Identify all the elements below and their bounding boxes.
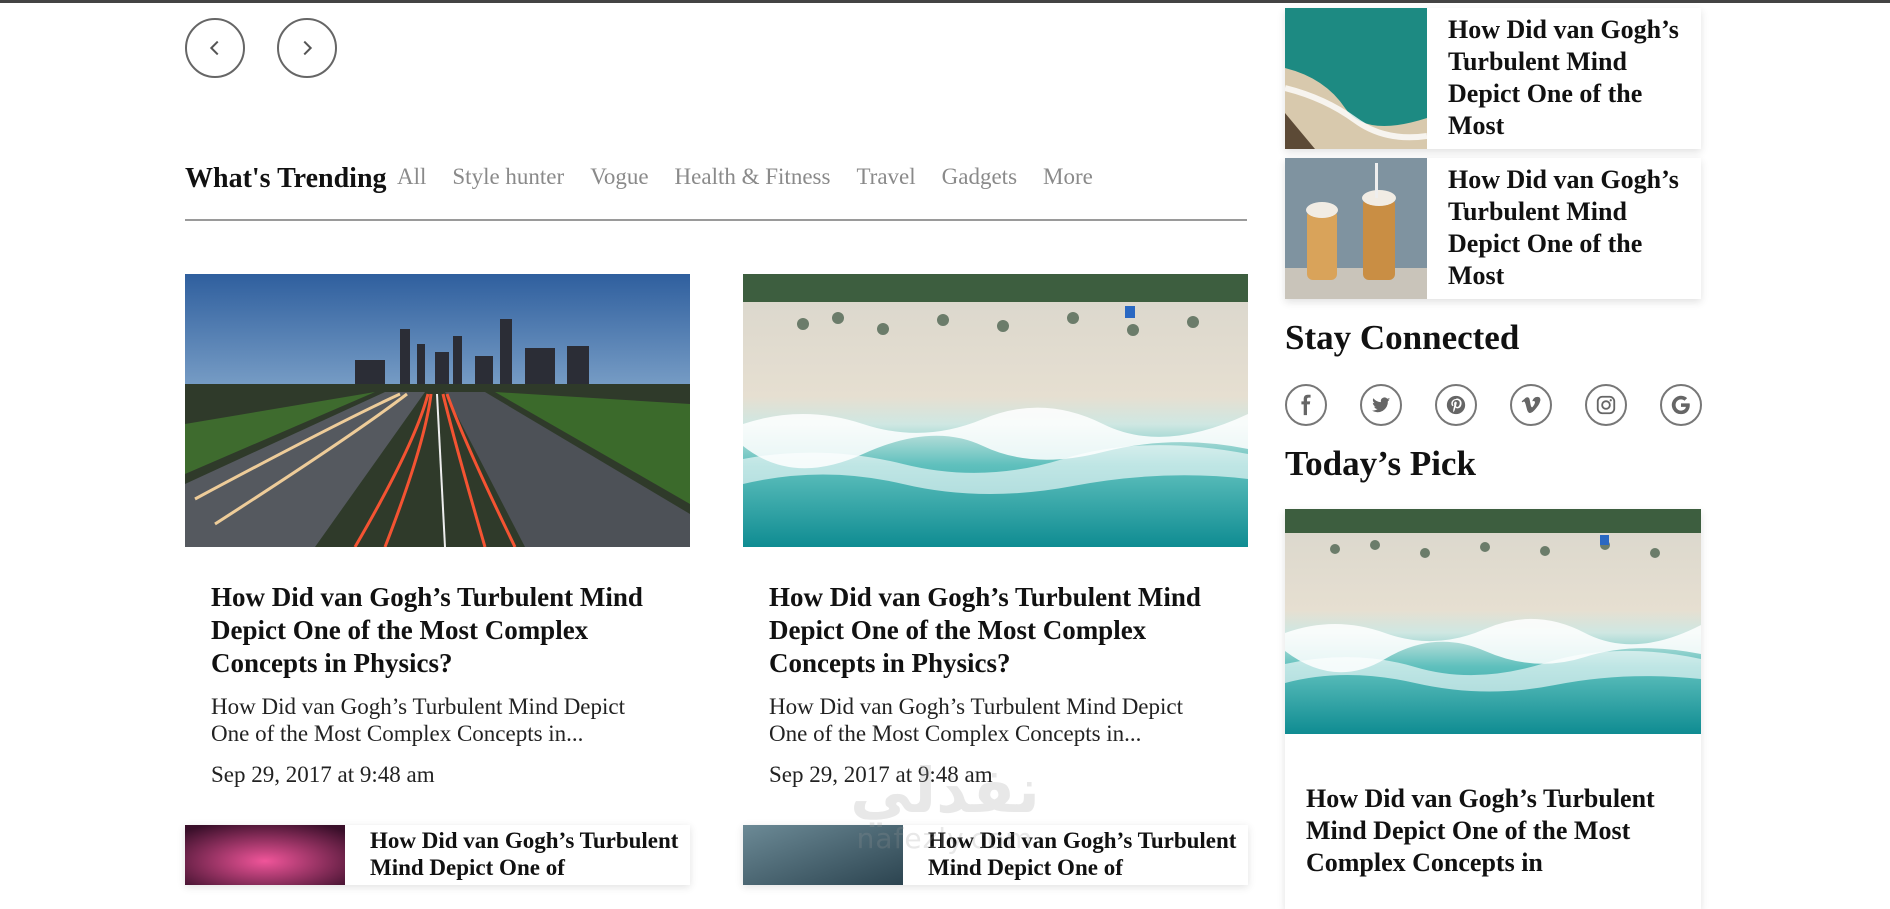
post-thumbnail[interactable] (1285, 8, 1427, 149)
instagram-icon (1596, 395, 1616, 415)
article-excerpt: How Did van Gogh’s Turbulent Mind Depict… (769, 694, 1183, 746)
trending-tabs: All Style hunter Vogue Health & Fitness … (397, 164, 1093, 190)
google-icon (1671, 395, 1690, 415)
sidebar-post[interactable]: How Did van Gogh’s Turbulent Mind Depict… (1285, 8, 1701, 149)
list-item[interactable]: How Did van Gogh’s Turbulent Mind Depict… (743, 825, 1248, 885)
tab-vogue[interactable]: Vogue (590, 164, 648, 190)
section-divider (185, 219, 1247, 221)
tab-all[interactable]: All (397, 164, 426, 190)
chevron-right-icon (303, 40, 313, 56)
article-image[interactable] (185, 274, 690, 547)
chevron-left-icon (209, 40, 219, 56)
article-title[interactable]: How Did van Gogh’s Turbulent Mind Depict… (211, 581, 664, 680)
post-thumbnail[interactable] (1285, 158, 1427, 299)
post-title[interactable]: How Did van Gogh’s Turbulent Mind Depict… (1448, 164, 1701, 292)
stay-connected-heading: Stay Connected (1285, 318, 1520, 357)
article-date: Sep 29, 2017 at 9:48 am (769, 762, 993, 787)
google-button[interactable] (1660, 384, 1702, 426)
section-title: What's Trending (185, 163, 387, 194)
article-thumbnail[interactable] (743, 825, 903, 885)
top-border (0, 0, 1890, 3)
tab-health-fitness[interactable]: Health & Fitness (675, 164, 831, 190)
vimeo-icon (1521, 396, 1541, 413)
tab-style-hunter[interactable]: Style hunter (452, 164, 564, 190)
prev-arrow-button[interactable] (185, 18, 245, 78)
tab-gadgets[interactable]: Gadgets (942, 164, 1017, 190)
article-thumbnail[interactable] (185, 825, 345, 885)
instagram-button[interactable] (1585, 384, 1627, 426)
list-item[interactable]: How Did van Gogh’s Turbulent Mind Depict… (185, 825, 690, 885)
tab-more[interactable]: More (1043, 164, 1093, 190)
article-date: Sep 29, 2017 at 9:48 am (211, 762, 435, 787)
vimeo-button[interactable] (1510, 384, 1552, 426)
tab-travel[interactable]: Travel (856, 164, 915, 190)
twitter-icon (1371, 397, 1391, 413)
article-card[interactable]: How Did van Gogh’s Turbulent Mind Depict… (185, 274, 690, 788)
article-image[interactable] (743, 274, 1248, 547)
article-title[interactable]: How Did van Gogh’s Turbulent Mind Depict… (928, 827, 1248, 881)
sidebar-post[interactable]: How Did van Gogh’s Turbulent Mind Depict… (1285, 158, 1701, 299)
article-excerpt: How Did van Gogh’s Turbulent Mind Depict… (211, 694, 625, 746)
pick-image[interactable] (1285, 509, 1701, 734)
pinterest-button[interactable] (1435, 384, 1477, 426)
next-arrow-button[interactable] (277, 18, 337, 78)
todays-pick-card[interactable]: How Did van Gogh’s Turbulent Mind Depict… (1285, 509, 1701, 909)
twitter-button[interactable] (1360, 384, 1402, 426)
post-title[interactable]: How Did van Gogh’s Turbulent Mind Depict… (1448, 14, 1701, 142)
facebook-button[interactable] (1285, 384, 1327, 426)
pick-title[interactable]: How Did van Gogh’s Turbulent Mind Depict… (1306, 783, 1686, 879)
article-title[interactable]: How Did van Gogh’s Turbulent Mind Depict… (769, 581, 1222, 680)
pinterest-icon (1446, 395, 1466, 415)
facebook-icon (1301, 394, 1311, 416)
article-title[interactable]: How Did van Gogh’s Turbulent Mind Depict… (370, 827, 690, 881)
article-card[interactable]: How Did van Gogh’s Turbulent Mind Depict… (743, 274, 1248, 788)
social-links (1285, 384, 1702, 426)
todays-pick-heading: Today’s Pick (1285, 444, 1476, 483)
